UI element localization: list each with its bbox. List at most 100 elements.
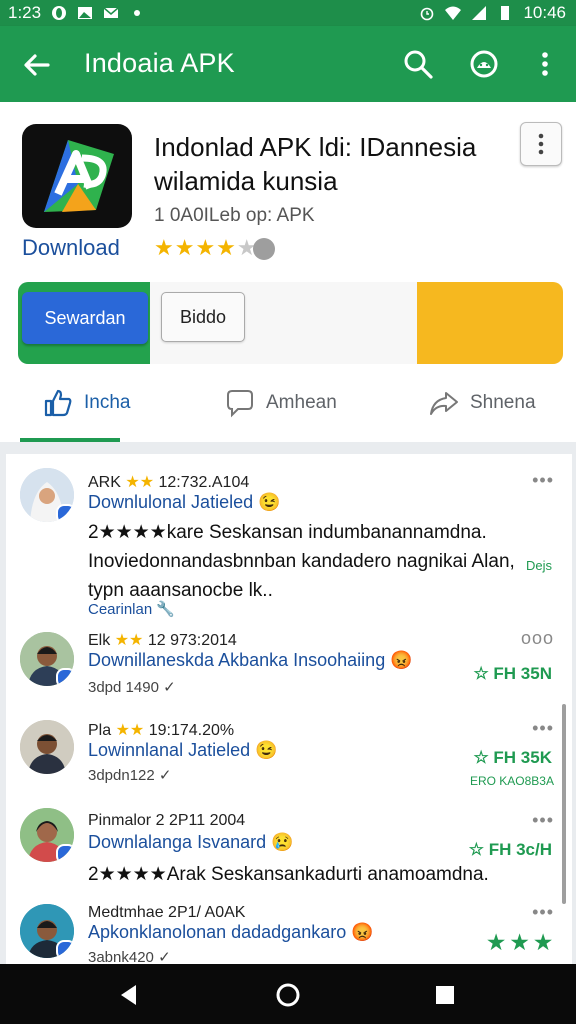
tab-label: Incha bbox=[84, 392, 131, 413]
review-body: 2★★★★kare Seskansan indumbanannamdna. In… bbox=[88, 522, 515, 601]
review-side-label: Dejs bbox=[525, 558, 552, 573]
reviews-list[interactable]: ARK ★★ 12:732.A104 Downlulonal Jatieled … bbox=[6, 454, 572, 964]
review-side-label[interactable]: ☆ FH 3c/H bbox=[469, 840, 552, 860]
system-nav-bar bbox=[0, 964, 576, 1024]
review-side-label[interactable]: ★ ★ ★ bbox=[487, 930, 552, 955]
review-title: Downlalanga Isvanard 😢 bbox=[88, 832, 294, 852]
review-side-label[interactable]: ☆ FH 35N bbox=[473, 664, 552, 684]
app-developer: 1 0A0ILeb op: APK bbox=[154, 205, 315, 226]
app-card: Download Indonlad APK ldi: IDannesia wil… bbox=[0, 102, 576, 442]
review-author: Medtmhae bbox=[88, 904, 164, 921]
review-author: Elk bbox=[88, 632, 111, 649]
review-date: 2P11 2004 bbox=[168, 812, 246, 829]
review-side-label[interactable]: ☆ FH 35K bbox=[473, 748, 552, 768]
review-title: Lowinnlanal Jatieled 😉 bbox=[88, 740, 278, 760]
review-more-icon[interactable]: ••• bbox=[532, 470, 554, 491]
avatar-badge bbox=[56, 668, 74, 686]
review-date: 12:732.A104 bbox=[158, 474, 250, 491]
share-icon bbox=[430, 392, 458, 415]
signal-icon bbox=[472, 6, 487, 20]
android-icon[interactable] bbox=[466, 46, 502, 82]
status-bar: 1:23 10:46 bbox=[0, 0, 576, 26]
avatar-badge bbox=[56, 844, 74, 862]
review-meta: 3dpdn122 ✓ bbox=[88, 767, 172, 784]
wifi-icon bbox=[445, 6, 462, 20]
review-stars: ★★ bbox=[125, 474, 155, 491]
avatar-image bbox=[20, 720, 74, 774]
dot-icon bbox=[134, 10, 141, 16]
battery-icon bbox=[501, 6, 510, 20]
review-body: 2★★★★Arak Seskansankadurti anamoamdna. bbox=[88, 864, 489, 885]
primary-button[interactable]: Sewardan bbox=[22, 292, 148, 344]
review-meta: 3abnk420 ✓ bbox=[88, 949, 171, 964]
nav-recents-icon[interactable] bbox=[430, 980, 460, 1010]
tab-label: Amhean bbox=[266, 392, 337, 413]
review-stars: ★★ bbox=[115, 722, 145, 739]
mail-icon bbox=[103, 7, 119, 18]
nav-home-icon[interactable] bbox=[273, 980, 303, 1010]
review-header: Pla ★★ 19:174.20% bbox=[88, 720, 234, 740]
review-title: Apkonklanolonan dadadgankaro 😡 bbox=[88, 922, 374, 942]
review-header: Pinmalor 2 2P11 2004 bbox=[88, 812, 245, 830]
verified-icon bbox=[253, 238, 275, 260]
alarm-icon bbox=[421, 7, 434, 21]
app-logo-icon bbox=[44, 140, 114, 212]
review-date: 19:174.20% bbox=[148, 722, 235, 739]
arrow-left-icon[interactable] bbox=[20, 48, 54, 82]
image-icon bbox=[78, 7, 93, 19]
review-author: Pla bbox=[88, 722, 112, 739]
more-options-button[interactable] bbox=[520, 122, 562, 166]
status-time: 1:23 bbox=[8, 3, 42, 22]
tab-label: Shnena bbox=[470, 392, 536, 413]
review-side-small: ERO KAO8B3A bbox=[469, 774, 554, 788]
more-vert-icon[interactable] bbox=[527, 46, 563, 82]
review-meta-text: 3abnk420 bbox=[88, 949, 154, 964]
action-strip: Sewardan Biddo bbox=[18, 282, 563, 364]
more-vert-icon bbox=[538, 133, 544, 155]
search-icon[interactable] bbox=[400, 46, 436, 82]
avatar[interactable] bbox=[20, 808, 74, 862]
review-title: Downillaneskda Akbanka Insoohaiing 😡 bbox=[88, 650, 413, 670]
review-date: 2P1/ A0AK bbox=[168, 904, 246, 921]
nav-back-icon[interactable] bbox=[114, 980, 144, 1010]
active-tab-indicator bbox=[20, 438, 120, 442]
scrollbar[interactable] bbox=[562, 704, 566, 904]
comment-icon bbox=[227, 390, 253, 418]
review-more-icon[interactable]: ••• bbox=[532, 718, 554, 739]
rating-stars: ★★★★★ bbox=[154, 235, 258, 260]
avatar-badge bbox=[56, 940, 74, 958]
opera-icon bbox=[52, 6, 67, 20]
review-meta-text: 3dpdn122 bbox=[88, 767, 155, 784]
avatar-badge bbox=[56, 504, 74, 522]
review-stars: ★★ bbox=[114, 632, 144, 649]
avatar[interactable] bbox=[20, 904, 74, 958]
app-logo[interactable] bbox=[22, 124, 132, 228]
tab-shnena[interactable]: Shnena bbox=[428, 364, 536, 442]
status-clock: 10:46 bbox=[523, 3, 566, 22]
app-bar: Indoaia APK bbox=[0, 26, 576, 102]
secondary-button[interactable]: Biddo bbox=[161, 292, 245, 342]
review-date: 12 973:2014 bbox=[147, 632, 237, 649]
app-bar-title: Indoaia APK bbox=[84, 48, 235, 78]
review-header: ARK ★★ 12:732.A104 bbox=[88, 472, 249, 492]
review-author: ARK bbox=[88, 474, 121, 491]
thumbs-up-icon bbox=[44, 389, 72, 417]
tab-amhean[interactable]: Amhean bbox=[224, 364, 337, 442]
review-header: Medtmhae 2P1/ A0AK bbox=[88, 904, 245, 922]
download-link[interactable]: Download bbox=[22, 235, 120, 261]
review-link[interactable]: Cearinlan 🔧 bbox=[88, 600, 175, 618]
avatar[interactable] bbox=[20, 632, 74, 686]
avatar[interactable] bbox=[20, 468, 74, 522]
review-title: Downlulonal Jatieled 😉 bbox=[88, 492, 281, 512]
review-meta-text: 3dpd 1490 bbox=[88, 679, 159, 696]
avatar[interactable] bbox=[20, 720, 74, 774]
review-more-icon[interactable]: ••• bbox=[532, 902, 554, 923]
strip-yellow bbox=[417, 282, 563, 364]
review-author: Pinmalor 2 bbox=[88, 812, 165, 829]
tab-incha[interactable]: Incha bbox=[42, 364, 130, 442]
review-header: Elk ★★ 12 973:2014 bbox=[88, 630, 237, 650]
review-more-icon[interactable]: ooo bbox=[521, 628, 554, 649]
review-more-icon[interactable]: ••• bbox=[532, 810, 554, 831]
app-name: Indonlad APK ldi: IDannesia wilamida kun… bbox=[154, 132, 477, 196]
review-meta: 3dpd 1490 ✓ bbox=[88, 679, 176, 696]
